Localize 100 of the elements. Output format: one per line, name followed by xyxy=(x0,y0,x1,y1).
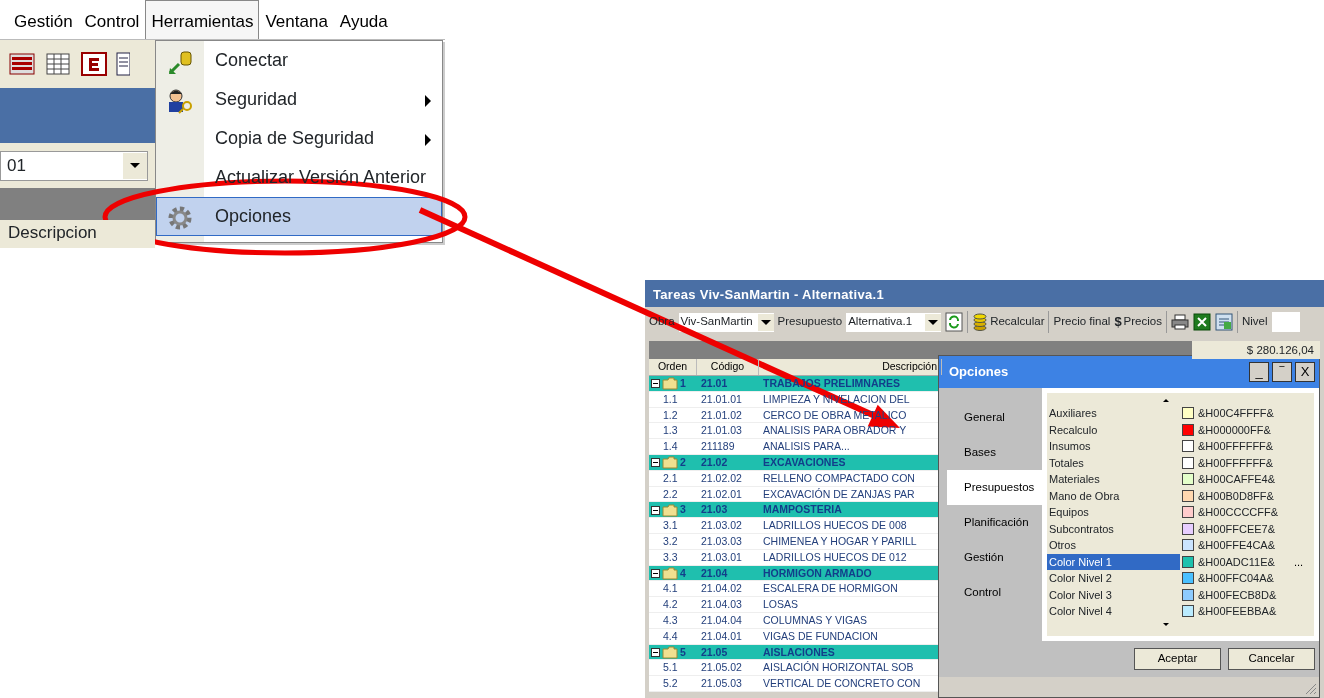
list-item[interactable]: Color Nivel 3 xyxy=(1047,586,1180,603)
folder-icon xyxy=(662,645,678,659)
dropdown-field[interactable]: Alternativa.1 xyxy=(846,312,942,332)
table-cell-text: 2.2 xyxy=(662,486,679,502)
recalcular-button[interactable]: Recalcular xyxy=(972,313,1045,331)
tab[interactable]: Gestión xyxy=(947,540,1042,575)
menu-item[interactable]: Conectar xyxy=(156,41,442,80)
menu-item[interactable]: Ventana xyxy=(259,0,334,39)
list-item[interactable]: Color Nivel 4 xyxy=(1047,603,1180,620)
menu-item[interactable]: Control xyxy=(78,0,146,39)
folder-icon xyxy=(662,377,678,391)
accept-button[interactable]: Aceptar xyxy=(1134,648,1221,670)
color-swatch[interactable] xyxy=(1182,456,1194,469)
table-cell-text: 2.1 xyxy=(662,470,679,486)
color-swatch[interactable] xyxy=(1182,605,1194,618)
menu-item[interactable]: Gestión xyxy=(8,0,79,39)
table-cell-text: 21.04.04 xyxy=(700,612,743,628)
table-cell-text: 21.02 xyxy=(700,455,729,470)
collapse-icon[interactable] xyxy=(651,568,660,578)
list-item[interactable]: Recalculo xyxy=(1047,421,1180,438)
table-cell-text: 21.04.01 xyxy=(700,628,743,644)
tab[interactable]: Presupuestos xyxy=(947,470,1042,505)
table-cell-text: 21.03.03 xyxy=(700,533,743,549)
color-swatch[interactable] xyxy=(1182,588,1194,601)
table-cell-text: 4.3 xyxy=(662,612,679,628)
table-cell-text: VERTICAL DE CONCRETO CON xyxy=(762,676,922,692)
list-item[interactable]: Totales xyxy=(1047,454,1180,471)
menu-item[interactable]: Copia de Seguridad xyxy=(156,119,442,158)
menu-item[interactable]: Opciones xyxy=(156,197,442,236)
tab[interactable]: General xyxy=(947,400,1042,435)
menu-item[interactable]: Herramientas xyxy=(145,0,260,39)
dropdown-field[interactable]: 01 xyxy=(0,150,148,181)
color-swatch[interactable] xyxy=(1182,539,1194,552)
tab[interactable]: Control xyxy=(947,575,1042,610)
table-cell-text: 21.05.03 xyxy=(700,676,743,692)
color-swatch[interactable] xyxy=(1182,473,1194,486)
cancel-button[interactable]: Cancelar xyxy=(1228,648,1315,670)
resize-grip-icon[interactable] xyxy=(1305,683,1317,695)
dialog-title: Opciones xyxy=(949,363,1009,382)
field-label: Nivel xyxy=(1241,314,1268,330)
table-cell-text: LADRILLOS HUECOS DE 008 xyxy=(762,518,908,534)
document-icon[interactable] xyxy=(116,51,130,77)
color-swatch[interactable] xyxy=(1182,572,1194,585)
dropdown-arrow-icon xyxy=(130,163,140,168)
list-item[interactable]: Mano de Obra xyxy=(1047,487,1180,504)
coins-icon xyxy=(972,313,989,331)
collapse-icon[interactable] xyxy=(651,505,660,515)
color-swatch[interactable] xyxy=(1182,407,1194,420)
collapse-icon[interactable] xyxy=(651,647,660,657)
menu-item[interactable]: Seguridad xyxy=(156,80,442,119)
table-cell-text: 5.2 xyxy=(662,676,679,692)
user-key-icon xyxy=(166,88,194,114)
scroll-up-icon[interactable] xyxy=(1162,399,1169,402)
collapse-icon[interactable] xyxy=(651,379,660,389)
list-item[interactable]: Auxiliares xyxy=(1047,405,1180,422)
nivel-field[interactable] xyxy=(1271,312,1300,332)
color-swatch[interactable] xyxy=(1182,555,1194,568)
letter-e-icon[interactable] xyxy=(80,51,108,77)
list-item[interactable]: Materiales xyxy=(1047,471,1180,488)
list-item[interactable]: Otros xyxy=(1047,537,1180,554)
menu-item[interactable]: Ayuda xyxy=(333,0,394,39)
list-item[interactable]: Insumos xyxy=(1047,438,1180,455)
dropdown-field[interactable]: Viv-SanMartin xyxy=(678,312,774,332)
stack-icon[interactable] xyxy=(8,51,36,77)
color-value: &H00C4FFFF& xyxy=(1198,406,1275,421)
table-cell-text: 3.2 xyxy=(662,533,679,549)
minimize-button[interactable]: _ xyxy=(1249,362,1269,382)
list-item[interactable]: Color Nivel 2 xyxy=(1047,570,1180,587)
color-value: &H00ADC11E& xyxy=(1198,554,1276,570)
precios-button[interactable]: $Precios xyxy=(1114,312,1162,332)
table-cell-text: 21.03.02 xyxy=(700,518,743,534)
tab[interactable]: Planificación xyxy=(947,505,1042,540)
table-cell-text: 21.02.02 xyxy=(700,470,743,486)
tab[interactable]: Bases xyxy=(947,435,1042,470)
maximize-button[interactable]: ‾ xyxy=(1272,362,1292,382)
more-button[interactable]: ... xyxy=(1294,556,1304,567)
color-swatch[interactable] xyxy=(1182,506,1194,519)
scroll-down-icon[interactable] xyxy=(1162,622,1169,626)
color-value: &H00FFCEE7& xyxy=(1198,521,1277,537)
field-label: Presupuesto xyxy=(777,314,843,330)
list-item[interactable]: Subcontratos xyxy=(1047,520,1180,537)
color-value: &H00FFFFFF& xyxy=(1198,439,1275,454)
table-cell-text: 21.01.01 xyxy=(700,391,743,407)
table-cell-text: 21.04 xyxy=(700,565,729,581)
color-swatch[interactable] xyxy=(1182,423,1194,436)
color-swatch[interactable] xyxy=(1182,489,1194,502)
refresh-icon[interactable] xyxy=(945,312,964,332)
close-button[interactable]: X xyxy=(1295,362,1315,382)
color-swatch[interactable] xyxy=(1182,440,1194,453)
list-item[interactable]: Equipos xyxy=(1047,504,1180,521)
table-cell-text: 4 xyxy=(680,565,686,581)
precio-final-button[interactable]: Precio final xyxy=(1053,313,1111,331)
printer-icon[interactable] xyxy=(1170,314,1189,330)
spreadsheet-icon[interactable] xyxy=(1192,313,1211,331)
column-header: Código xyxy=(697,359,759,375)
grid-icon[interactable] xyxy=(44,51,72,77)
color-swatch[interactable] xyxy=(1182,522,1194,535)
collapse-icon[interactable] xyxy=(651,458,660,468)
table-cell-text: 21.05.02 xyxy=(700,660,743,676)
list-item[interactable]: Color Nivel 1 xyxy=(1047,553,1180,570)
